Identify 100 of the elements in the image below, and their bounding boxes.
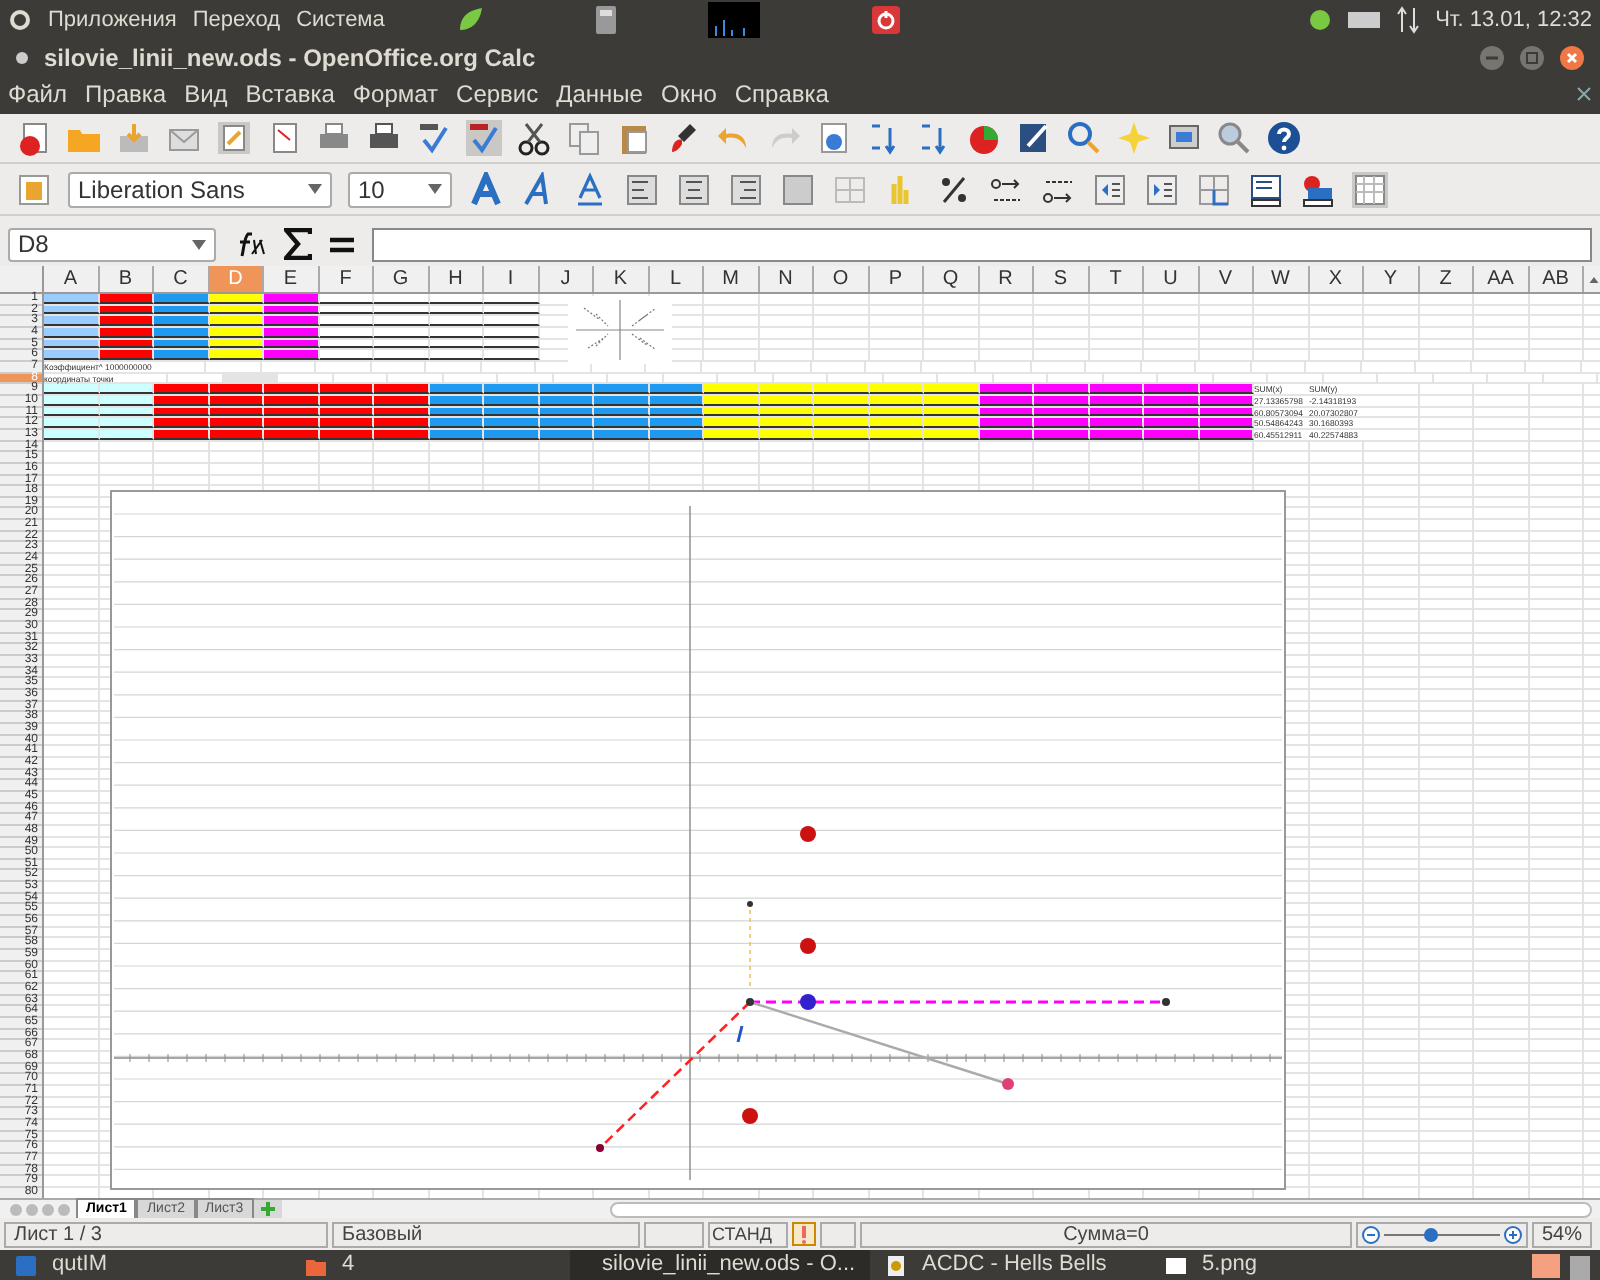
sum-icon[interactable]: [284, 228, 312, 260]
merge-cells-icon[interactable]: [832, 171, 868, 207]
column-header[interactable]: AA: [1474, 266, 1529, 292]
zoom-slider-thumb[interactable]: [1424, 1227, 1439, 1241]
minimize-icon[interactable]: [1480, 45, 1504, 69]
maximize-icon[interactable]: [1520, 45, 1544, 69]
column-header[interactable]: F: [319, 266, 374, 292]
menu-item[interactable]: Правка: [85, 76, 167, 112]
pencil-edit-icon[interactable]: [216, 120, 252, 156]
ubuntu-logo-icon[interactable]: [8, 8, 32, 32]
horizontal-scrollbar[interactable]: [609, 1201, 1592, 1217]
column-header[interactable]: I: [484, 266, 539, 292]
help-icon[interactable]: [1266, 120, 1302, 156]
taskbar-button[interactable]: 4: [290, 1250, 570, 1280]
grid-lines-icon[interactable]: [1352, 171, 1388, 207]
close-icon[interactable]: [1560, 45, 1584, 69]
column-header[interactable]: Z: [1419, 266, 1474, 292]
panel-menu[interactable]: Система: [296, 3, 385, 37]
clock[interactable]: Чт. 13.01, 12:32: [1435, 3, 1592, 37]
globe-document-icon[interactable]: [816, 120, 852, 156]
chat-app-icon: [16, 1255, 36, 1275]
bold-icon[interactable]: [468, 171, 504, 207]
align-center-icon[interactable]: [676, 171, 712, 207]
calculator-icon[interactable]: [596, 6, 617, 34]
panel-menu[interactable]: Приложения: [48, 3, 177, 37]
column-header[interactable]: J: [539, 266, 594, 292]
column-header[interactable]: P: [869, 266, 924, 292]
font-size-field[interactable]: 10: [348, 171, 452, 207]
taskbar-button[interactable]: 5.png: [1150, 1250, 1430, 1280]
taskbar-button[interactable]: ACDC - Hells Bells: [870, 1250, 1150, 1280]
star-icon[interactable]: [1116, 120, 1152, 156]
menu-item[interactable]: Справка: [734, 76, 829, 112]
menu-item[interactable]: Формат: [352, 76, 439, 112]
column-header[interactable]: K: [594, 266, 649, 292]
clipboard-icon[interactable]: [616, 120, 652, 156]
column-header[interactable]: E: [264, 266, 319, 292]
menu-item[interactable]: Вставка: [245, 76, 335, 112]
column-header[interactable]: A: [44, 266, 99, 292]
pie-chart-icon[interactable]: [966, 120, 1002, 156]
column-header[interactable]: M: [704, 266, 759, 292]
power-icon[interactable]: [872, 6, 901, 34]
equals-icon[interactable]: [328, 234, 356, 254]
column-header[interactable]: S: [1034, 266, 1089, 292]
justify-icon[interactable]: [780, 171, 816, 207]
percent-icon[interactable]: [936, 171, 972, 207]
spellcheck-icon[interactable]: [416, 120, 452, 156]
increase-indent-icon[interactable]: [1144, 171, 1180, 207]
column-header[interactable]: B: [99, 266, 154, 292]
menu-item[interactable]: Файл: [8, 76, 68, 112]
column-header[interactable]: Y: [1364, 266, 1419, 292]
column-header[interactable]: H: [429, 266, 484, 292]
zoom-icon[interactable]: [1216, 120, 1252, 156]
column-header[interactable]: W: [1254, 266, 1309, 292]
add-sheet-icon[interactable]: [253, 1200, 282, 1218]
column-header[interactable]: U: [1144, 266, 1199, 292]
zoom-in-icon[interactable]: [1504, 1225, 1522, 1243]
decrease-indent-icon[interactable]: [1092, 171, 1128, 207]
column-header[interactable]: AB: [1529, 266, 1584, 292]
styles-icon[interactable]: [16, 171, 52, 207]
align-left-icon[interactable]: [624, 171, 660, 207]
keyboard-icon[interactable]: [1347, 12, 1380, 28]
find-edit-icon[interactable]: [1066, 120, 1102, 156]
background-color-icon[interactable]: [1248, 171, 1284, 207]
column-header[interactable]: L: [649, 266, 704, 292]
menu-item[interactable]: Вид: [184, 76, 228, 112]
font-name-field[interactable]: Liberation Sans: [68, 171, 332, 207]
formula-input-field[interactable]: [372, 227, 1592, 261]
zoom-out-icon[interactable]: [1362, 1225, 1380, 1243]
column-header[interactable]: N: [759, 266, 814, 292]
underline-icon[interactable]: [572, 171, 608, 207]
transfer-arrows-icon[interactable]: [1395, 6, 1420, 34]
menu-item[interactable]: Окно: [660, 76, 717, 112]
font-color-icon[interactable]: [1300, 171, 1336, 207]
taskbar-button[interactable]: qutIM: [0, 1250, 290, 1280]
copy-icon[interactable]: [566, 120, 602, 156]
column-header[interactable]: T: [1089, 266, 1144, 292]
paintbrush-icon[interactable]: [666, 120, 702, 156]
auto-spellcheck-icon[interactable]: [466, 120, 502, 156]
borders-icon[interactable]: [1196, 171, 1232, 207]
align-right-icon[interactable]: [728, 171, 764, 207]
column-header[interactable]: R: [979, 266, 1034, 292]
taskbar-button[interactable]: silovie_linii_new.ods - O...: [570, 1250, 870, 1280]
column-header[interactable]: G: [374, 266, 429, 292]
new-document-icon[interactable]: [16, 120, 52, 156]
column-header[interactable]: V: [1199, 266, 1254, 292]
column-header[interactable]: Q: [924, 266, 979, 292]
network-icon[interactable]: [1307, 8, 1332, 32]
drawing-icon[interactable]: [1016, 120, 1052, 156]
column-header[interactable]: O: [814, 266, 869, 292]
workspace-switcher-icon[interactable]: [1532, 1253, 1560, 1277]
trash-icon[interactable]: [1568, 1251, 1592, 1279]
menu-item[interactable]: Данные: [556, 76, 643, 112]
scissors-icon[interactable]: [516, 120, 552, 156]
sum-label: Сумма=0: [860, 1221, 1352, 1247]
menu-item[interactable]: Сервис: [456, 76, 539, 112]
panel-menu[interactable]: Переход: [192, 3, 281, 37]
close-document-icon[interactable]: [1576, 86, 1592, 102]
leaf-icon[interactable]: [456, 6, 485, 34]
name-box[interactable]: D8: [8, 227, 216, 261]
column-header[interactable]: X: [1309, 266, 1364, 292]
